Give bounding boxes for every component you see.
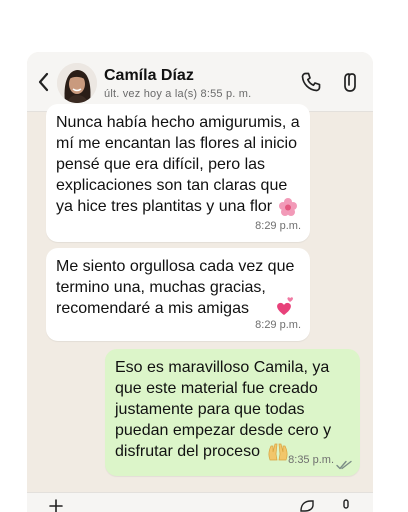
message-text: Eso es maravilloso Camila, ya que este m…: [115, 359, 332, 460]
message-time: 8:35 p.m.: [288, 454, 334, 466]
chevron-left-icon[interactable]: [35, 72, 53, 92]
avatar[interactable]: [57, 63, 97, 103]
contact-name[interactable]: Camíla Díaz: [104, 67, 194, 85]
message-list[interactable]: Nunca había hecho amigurumis, a mí me en…: [27, 104, 373, 512]
phone-icon[interactable]: [299, 70, 323, 94]
plus-icon[interactable]: [49, 499, 63, 512]
chat-window: Camíla Díaz últ. vez hoy a la(s) 8:55 p.…: [27, 52, 373, 512]
double-check-icon: [336, 460, 352, 470]
sticker-icon[interactable]: [299, 499, 315, 512]
chat-header: Camíla Díaz últ. vez hoy a la(s) 8:55 p.…: [27, 52, 373, 112]
last-seen-status: últ. vez hoy a la(s) 8:55 p. m.: [104, 88, 252, 100]
incoming-message[interactable]: Me siento orgullosa cada vez que termino…: [46, 248, 310, 341]
mic-icon[interactable]: [339, 499, 353, 512]
message-time: 8:29 p.m.: [255, 220, 301, 232]
pink-flower-icon: [279, 198, 297, 216]
outgoing-message[interactable]: Eso es maravilloso Camila, ya que este m…: [105, 349, 360, 476]
message-composer: [27, 492, 373, 512]
raised-hands-icon: [268, 443, 288, 461]
incoming-message[interactable]: Nunca había hecho amigurumis, a mí me en…: [46, 104, 310, 242]
video-icon[interactable]: [340, 70, 364, 94]
avatar-photo: [57, 63, 97, 103]
message-text: Me siento orgullosa cada vez que termino…: [56, 258, 295, 317]
message-time: 8:29 p.m.: [255, 319, 301, 331]
message-text: Nunca había hecho amigurumis, a mí me en…: [56, 114, 300, 215]
